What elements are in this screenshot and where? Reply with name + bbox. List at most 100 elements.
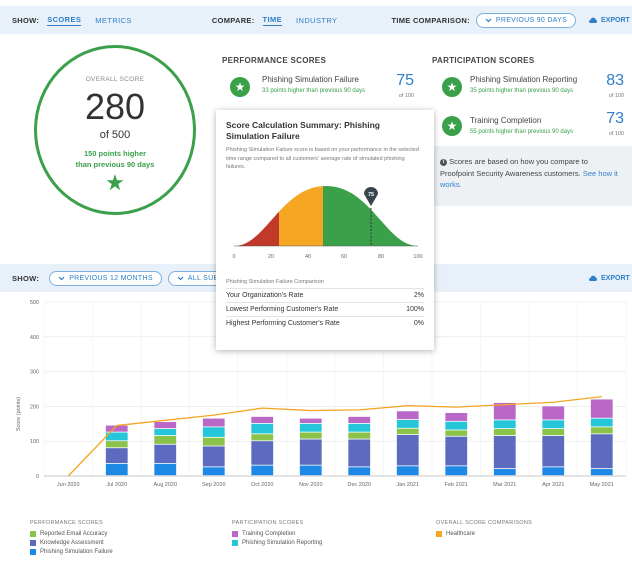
comparison-label: Your Organization's Rate [226,291,304,299]
item-delta: 55 points higher than previous 90 days [470,129,574,135]
legend-label: Reported Email Accuracy [40,531,108,537]
item-score-of: of 100 [398,93,414,99]
item-name: Phishing Simulation Failure [262,75,359,84]
bar-segment [493,429,516,436]
legend-item[interactable]: Phishing Simulation Reporting [232,540,322,546]
bar-segment [202,437,225,446]
bar-segment [251,416,274,423]
info-icon: i [440,159,447,166]
y-tick-label: 100 [30,439,39,445]
x-tick-label: Dec 2020 [347,482,371,488]
time-comparison-label: TIME COMPARISON: [391,15,470,25]
compare-label: COMPARE: [211,15,255,25]
bar-segment [154,429,177,436]
comparison-row: Your Organization's Rate 2% [226,287,424,302]
bar-segment [251,423,274,434]
comparison-value: 2% [413,291,424,299]
chevron-down-icon [58,276,65,280]
legend-label: Training Completion [242,531,296,537]
legend-item[interactable]: Phishing Simulation Failure [30,549,113,555]
time-comparison-value: PREVIOUS 90 DAYS [495,16,568,24]
comparison-label: Highest Performing Customer's Rate [226,319,340,327]
tab-metrics[interactable]: METRICS [95,16,132,25]
bar-segment [493,469,516,476]
x-tick-label: Sep 2020 [202,482,226,488]
bar-segment [154,422,177,429]
score-calculation-popup: Score Calculation Summary: Phishing Simu… [216,110,434,350]
cloud-download-icon [589,275,597,281]
bar-segment [299,439,322,465]
x-tick-label: Feb 2021 [445,482,468,488]
bar-segment [445,430,468,436]
y-tick-label: 300 [30,370,39,376]
export-button-top[interactable]: EXPORT [588,16,630,24]
bar-segment [590,469,613,476]
tab-industry[interactable]: INDUSTRY [296,16,337,25]
info-box: i Scores are based on how you compare to… [432,146,632,206]
x-tick-label: Mar 2021 [493,482,516,488]
legend-item[interactable]: Reported Email Accuracy [30,531,113,537]
bar-segment [299,418,322,423]
overall-score-label: OVERALL SCORE [85,76,145,83]
bar-segment [542,406,565,420]
popup-description: Phishing Simulation Failure score is bas… [226,147,419,171]
legend-comparison: OVERALL SCORE COMPARISONS Healthcare [436,520,532,540]
comparison-row: Highest Performing Customer's Rate 0% [226,315,424,330]
axis-tick: 100 [413,254,422,260]
axis-tick: 0 [232,254,235,260]
x-tick-label: Jul 2020 [106,482,127,488]
legend-item[interactable]: Knowledge Assessment [30,540,113,546]
overall-score-of: of 500 [99,129,131,141]
x-tick-label: Jun 2020 [57,482,80,488]
bar-segment [396,419,419,428]
bar-segment [348,439,371,467]
tab-time[interactable]: TIME [262,15,283,26]
bar-segment [105,463,128,476]
bar-segment [445,421,468,430]
item-score: 73 [606,110,624,127]
export-label-top: EXPORT [601,16,630,24]
show-label-bottom: SHOW: [12,273,40,283]
bar-segment [542,467,565,476]
legend-title: OVERALL SCORE COMPARISONS [436,520,533,526]
legend-label: Phishing Simulation Reporting [242,540,323,546]
legend-swatch [436,531,442,537]
overall-delta-line1: 150 points higher [83,149,147,158]
bar-segment [251,465,274,476]
chevron-down-icon [485,18,492,22]
range-dropdown[interactable]: PREVIOUS 12 MONTHS [49,270,162,286]
legend-item[interactable]: Healthcare [436,531,532,537]
bar-segment [348,423,371,432]
popup-title: Score Calculation Summary: Phishing Simu… [226,120,380,141]
show-label: SHOW: [12,15,40,25]
bar-segment [202,427,225,437]
bar-segment [445,466,468,476]
bar-segment [299,423,322,432]
legend-swatch [30,549,36,555]
legend-item[interactable]: Training Completion [232,531,322,537]
legend-swatch [232,540,238,546]
axis-tick: 80 [378,254,384,260]
star-badge-icon: ★ [442,116,462,136]
bar-segment [105,441,128,448]
marker-label: 75 [368,192,374,198]
axis-tick: 60 [341,254,347,260]
item-score-of: of 100 [608,93,624,99]
cloud-download-icon [589,17,597,23]
top-toolbar: SHOW: SCORES METRICS COMPARE: TIME INDUS… [0,6,632,34]
bar-segment [590,418,613,427]
bar-segment [542,435,565,467]
bar-segment [542,420,565,429]
time-comparison-dropdown[interactable]: PREVIOUS 90 DAYS [475,12,577,28]
x-tick-label: May 2021 [590,482,614,488]
export-label-bottom: EXPORT [601,274,630,282]
bar-segment [493,435,516,469]
export-button-bottom[interactable]: EXPORT [588,274,630,282]
legend-label: Knowledge Assessment [40,540,104,546]
bar-segment [445,413,468,421]
performance-scores-title: PERFORMANCE SCORES [222,56,327,65]
bar-segment [590,399,613,418]
legend-swatch [30,531,36,537]
x-tick-label: Aug 2020 [153,482,177,488]
tab-scores[interactable]: SCORES [47,15,82,26]
